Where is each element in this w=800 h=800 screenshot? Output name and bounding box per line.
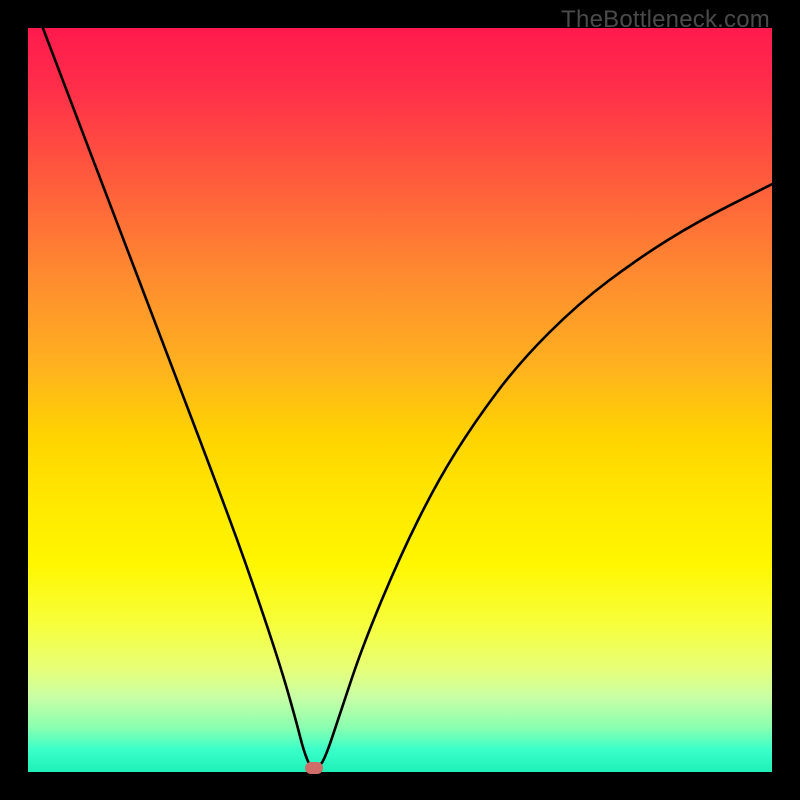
optimum-marker <box>305 762 323 774</box>
watermark-text: TheBottleneck.com <box>561 6 770 34</box>
plot-area <box>28 28 772 772</box>
chart-frame: TheBottleneck.com <box>0 0 800 800</box>
bottleneck-curve <box>28 28 772 772</box>
